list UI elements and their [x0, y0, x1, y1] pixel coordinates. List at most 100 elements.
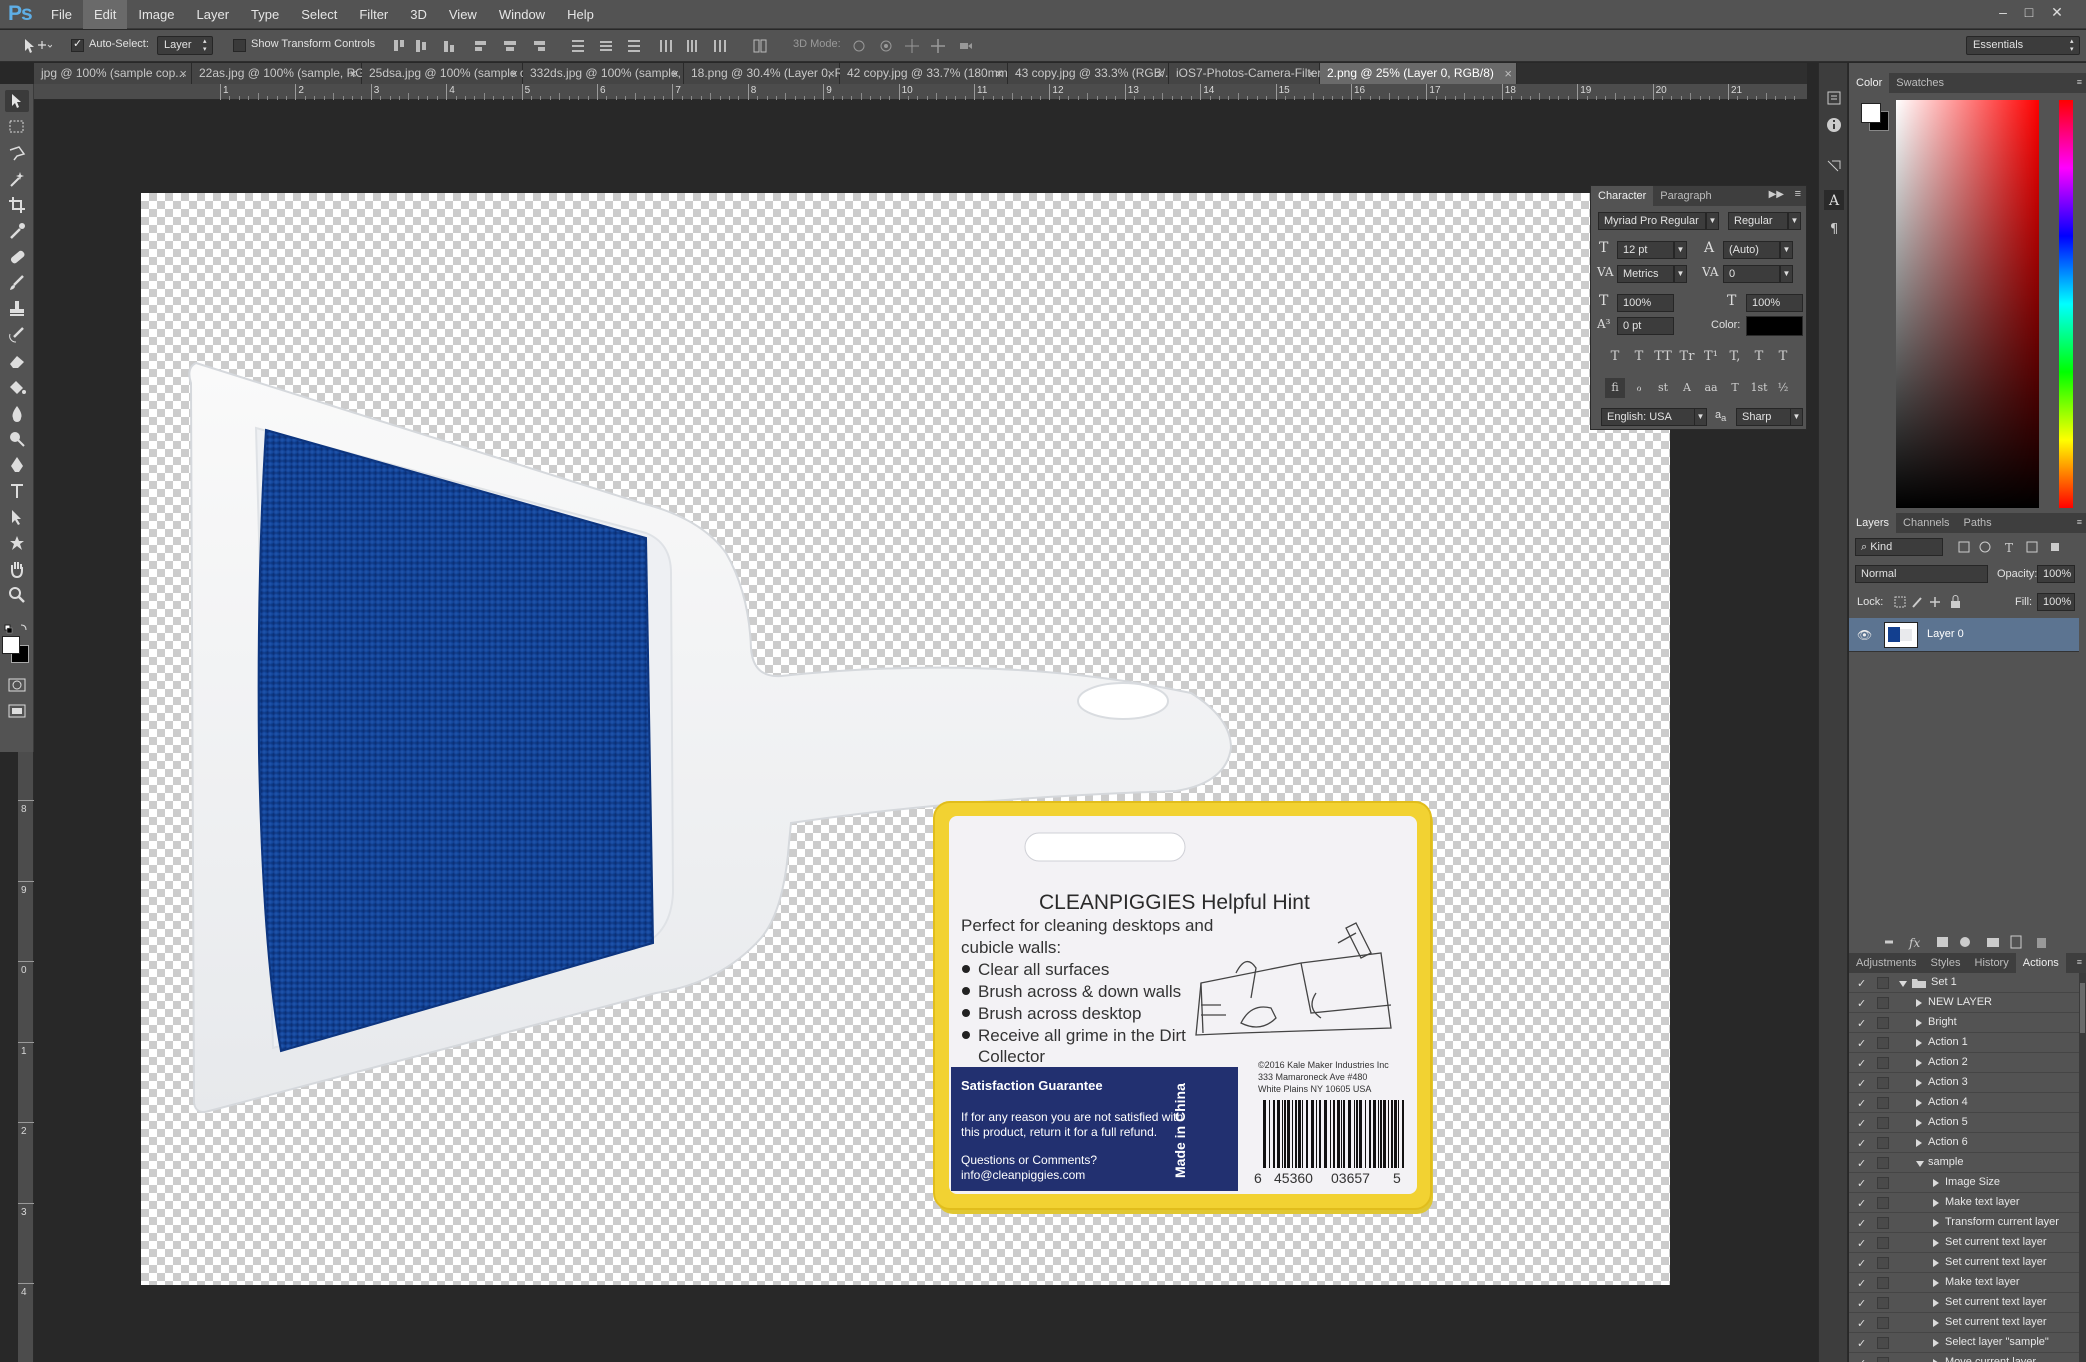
clone-stamp-tool-icon[interactable] — [5, 298, 29, 320]
history-panel-icon[interactable] — [1824, 88, 1844, 108]
menu-type[interactable]: Type — [240, 0, 290, 29]
3d-roll-icon[interactable] — [878, 38, 894, 54]
action-row[interactable]: ✓ Make text layer — [1849, 1273, 2079, 1293]
document-tab[interactable]: 25dsa.jpg @ 100% (sample co... × — [362, 63, 543, 84]
collapsed-triangle-icon[interactable] — [1916, 1119, 1922, 1127]
action-row[interactable]: ✓ sample — [1849, 1153, 2079, 1173]
action-toggle-check[interactable]: ✓ — [1857, 1137, 1866, 1150]
dodge-tool-icon[interactable] — [5, 428, 29, 450]
collapsed-triangle-icon[interactable] — [1916, 1059, 1922, 1067]
action-dialog-toggle[interactable] — [1877, 1357, 1889, 1362]
tab-layers[interactable]: Layers — [1849, 513, 1897, 533]
action-dialog-toggle[interactable] — [1877, 1277, 1889, 1289]
document-tab[interactable]: 332ds.jpg @ 100% (sample, R... × — [523, 63, 703, 84]
menu-layer[interactable]: Layer — [186, 0, 241, 29]
action-dialog-toggle[interactable] — [1877, 1177, 1889, 1189]
auto-select-dropdown[interactable]: Layer — [157, 36, 213, 55]
magic-wand-tool-icon[interactable] — [5, 168, 29, 190]
collapsed-triangle-icon[interactable] — [1933, 1299, 1939, 1307]
layer-filter-dropdown[interactable]: ⌕ Kind — [1855, 538, 1943, 556]
action-toggle-check[interactable]: ✓ — [1857, 1197, 1866, 1210]
workspace-switcher[interactable]: Essentials — [1966, 36, 2080, 55]
close-window-icon[interactable]: ✕ — [2046, 3, 2068, 23]
close-tab-icon[interactable]: × — [1504, 63, 1512, 84]
hand-tool-icon[interactable] — [5, 558, 29, 580]
font-family-dropdown[interactable]: ▼ — [1706, 212, 1719, 230]
action-toggle-check[interactable]: ✓ — [1857, 1217, 1866, 1230]
style-button[interactable]: Tr — [1677, 347, 1697, 367]
expanded-triangle-icon[interactable] — [1899, 981, 1907, 987]
close-tab-icon[interactable]: × — [179, 63, 187, 84]
screen-mode-icon[interactable] — [5, 700, 29, 722]
layer-row[interactable]: 👁 Layer 0 — [1849, 618, 2079, 652]
action-toggle-check[interactable]: ✓ — [1857, 1277, 1866, 1290]
lock-icons[interactable] — [1893, 594, 1973, 610]
brush-presets-icon[interactable] — [1824, 157, 1844, 177]
collapsed-triangle-icon[interactable] — [1933, 1319, 1939, 1327]
eyedropper-tool-icon[interactable] — [5, 220, 29, 242]
distribute-hcenter-icon[interactable] — [684, 38, 700, 54]
font-style-field[interactable]: Regular — [1728, 212, 1788, 230]
collapsed-triangle-icon[interactable] — [1933, 1239, 1939, 1247]
action-toggle-check[interactable]: ✓ — [1857, 1177, 1866, 1190]
history-brush-tool-icon[interactable] — [5, 324, 29, 346]
action-dialog-toggle[interactable] — [1877, 1037, 1889, 1049]
document-tab[interactable]: 42 copy.jpg @ 33.7% (180mm... × — [840, 63, 1018, 84]
distribute-vcenter-icon[interactable] — [598, 38, 614, 54]
action-dialog-toggle[interactable] — [1877, 997, 1889, 1009]
collapsed-triangle-icon[interactable] — [1916, 999, 1922, 1007]
distribute-right-icon[interactable] — [712, 38, 728, 54]
opacity-field[interactable]: 100% — [2037, 565, 2075, 583]
menu-help[interactable]: Help — [556, 0, 605, 29]
action-row[interactable]: ✓ NEW LAYER — [1849, 993, 2079, 1013]
document-tab[interactable]: iOS7-Photos-Camera-Filters.png × — [1169, 63, 1351, 84]
tracking-field[interactable]: 0 — [1723, 265, 1780, 283]
action-toggle-check[interactable]: ✓ — [1857, 1237, 1866, 1250]
action-row[interactable]: ✓ Image Size — [1849, 1173, 2079, 1193]
action-dialog-toggle[interactable] — [1877, 1137, 1889, 1149]
action-toggle-check[interactable]: ✓ — [1857, 1097, 1866, 1110]
action-dialog-toggle[interactable] — [1877, 1297, 1889, 1309]
color-panel-menu-icon[interactable]: ≡ — [2077, 77, 2082, 87]
action-row[interactable]: ✓ Move current layer — [1849, 1353, 2079, 1362]
close-tab-icon[interactable]: × — [671, 63, 679, 84]
3d-slide-icon[interactable] — [930, 38, 946, 54]
tab-paths[interactable]: Paths — [1957, 513, 1999, 533]
opentype-button[interactable]: st — [1653, 378, 1673, 398]
healing-brush-tool-icon[interactable] — [5, 246, 29, 268]
tab-actions[interactable]: Actions — [2015, 953, 2066, 973]
layers-panel-menu-icon[interactable]: ≡ — [2077, 517, 2082, 527]
close-tab-icon[interactable]: × — [510, 63, 518, 84]
menu-edit[interactable]: Edit — [82, 0, 128, 29]
close-tab-icon[interactable]: × — [349, 63, 357, 84]
style-button[interactable]: T — [1749, 347, 1769, 367]
distribute-left-icon[interactable] — [658, 38, 674, 54]
collapsed-triangle-icon[interactable] — [1933, 1199, 1939, 1207]
quick-mask-icon[interactable] — [5, 674, 29, 696]
collapsed-triangle-icon[interactable] — [1933, 1279, 1939, 1287]
tracking-dropdown[interactable]: ▼ — [1780, 265, 1793, 283]
brush-tool-icon[interactable] — [5, 272, 29, 294]
align-bottom-icon[interactable] — [441, 38, 457, 54]
menu-3d[interactable]: 3D — [399, 0, 438, 29]
action-toggle-check[interactable]: ✓ — [1857, 1257, 1866, 1270]
font-style-dropdown[interactable]: ▼ — [1788, 212, 1801, 230]
menu-select[interactable]: Select — [290, 0, 348, 29]
collapse-icon[interactable]: ▶▶ — [1769, 189, 1784, 200]
action-toggle-check[interactable]: ✓ — [1857, 1077, 1866, 1090]
font-size-dropdown[interactable]: ▼ — [1674, 241, 1687, 259]
menu-filter[interactable]: Filter — [348, 0, 399, 29]
lasso-tool-icon[interactable] — [5, 142, 29, 164]
align-vcenter-icon[interactable] — [413, 38, 429, 54]
collapsed-triangle-icon[interactable] — [1916, 1139, 1922, 1147]
action-dialog-toggle[interactable] — [1877, 1237, 1889, 1249]
style-button[interactable]: T — [1629, 347, 1649, 367]
collapsed-triangle-icon[interactable] — [1916, 1079, 1922, 1087]
actions-scrollbar-thumb[interactable] — [2080, 983, 2085, 1033]
paint-bucket-tool-icon[interactable] — [5, 376, 29, 398]
opentype-button[interactable]: aa — [1701, 378, 1721, 398]
align-top-icon[interactable] — [391, 38, 407, 54]
vertical-scale-field[interactable]: 100% — [1617, 294, 1674, 312]
collapsed-triangle-icon[interactable] — [1916, 1099, 1922, 1107]
blend-mode-dropdown[interactable]: Normal — [1855, 565, 1988, 583]
